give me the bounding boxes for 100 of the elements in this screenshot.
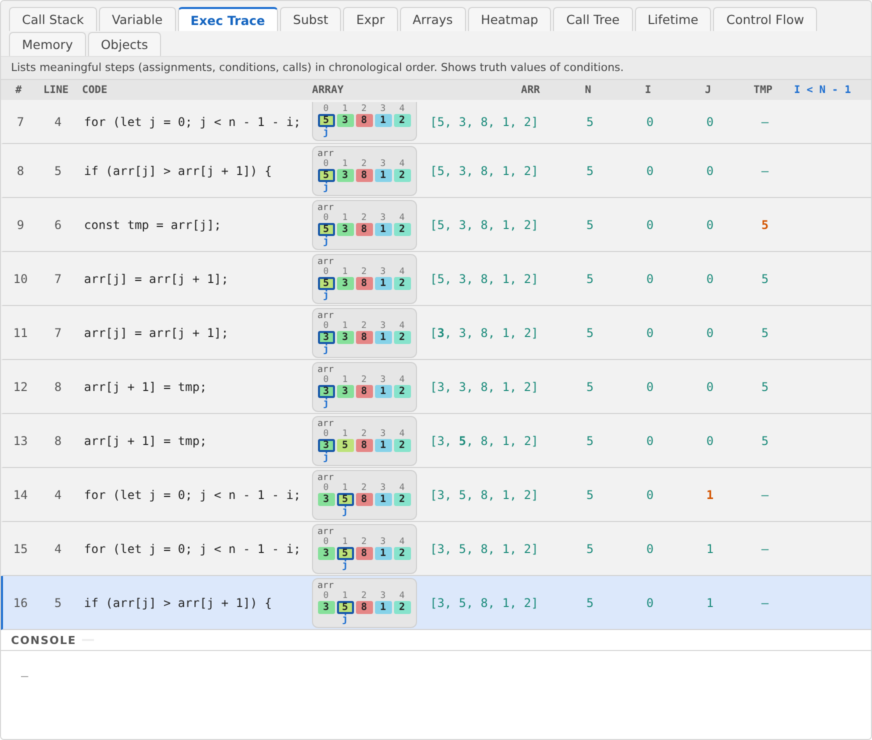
pointer-label: j [342, 560, 348, 570]
value-cell-text: 5 [760, 272, 770, 286]
column-header: # [14, 84, 23, 96]
array-index: 2 [361, 266, 367, 276]
step-number: 8 [16, 164, 26, 178]
array-index: 3 [380, 104, 386, 114]
array-cell: 2 [394, 114, 410, 127]
array-value: [5, 3, 8, 1, 2] [429, 218, 540, 232]
step-number: 12 [12, 380, 29, 394]
code-cell-text: arr[j] = arr[j + 1]; [83, 272, 230, 286]
table-row[interactable]: 10 7 arr[j] = arr[j + 1]; arr 0 5 j 1 3 2 8 3 1 4 2 [5, 3, 8, 1, 2] 5 0 0 5 [1, 252, 871, 306]
array-index: 3 [380, 590, 386, 600]
array-cell: 3 [336, 114, 354, 127]
pointer-label: j [322, 452, 330, 462]
table-row[interactable]: 13 8 arr[j + 1] = tmp; arr 0 3 j 1 5 2 8 3 1 4 2 [3, 5, 8, 1, 2] 5 0 0 5 [1, 414, 871, 468]
pointer-label: j [322, 127, 330, 138]
array-index: 3 [380, 320, 386, 330]
array-label: arr [318, 526, 335, 536]
array-cell: 3 [318, 600, 334, 614]
array-index: 0 [323, 428, 329, 438]
array-cell: 8 [356, 384, 372, 398]
code-cell-text: const tmp = arr[j]; [83, 218, 222, 232]
array-cell: 8 [356, 114, 372, 127]
array-index: 1 [342, 536, 348, 546]
array-index: 3 [380, 374, 386, 384]
array-cell: 5 [336, 438, 354, 452]
table-row[interactable]: 11 7 arr[j] = arr[j + 1]; arr 0 3 j 1 3 2 8 3 1 4 2 [3, 3, 8, 1, 2] 5 0 0 5 [1, 306, 871, 360]
table-row[interactable]: 12 8 arr[j + 1] = tmp; arr 0 3 j 1 3 2 8 3 1 4 2 [3, 3, 8, 1, 2] 5 0 0 5 [1, 360, 871, 414]
array-cell: 1 [374, 384, 392, 398]
array-index: 0 [323, 590, 329, 600]
table-row[interactable]: 7 4 for (let j = 0; j < n - 1 - i; 0 5 j 1 3 2 8 3 1 4 2 [5, 3, 8, 1, 2] 5 0 0 — [1, 100, 871, 144]
array-index: 1 [342, 104, 348, 114]
code-cell-text: arr[j] = arr[j + 1]; [83, 326, 230, 340]
value-cell-text: 0 [645, 596, 655, 610]
array-value: [3, 5, 8, 1, 2] [429, 542, 540, 556]
array-index: 0 [323, 320, 329, 330]
tab[interactable]: Subst [280, 7, 342, 31]
tab[interactable]: Expr [343, 7, 398, 31]
pointer-label: j [342, 614, 348, 624]
array-cell: 3 [336, 168, 354, 182]
value-cell-text: 0 [645, 488, 655, 502]
code-cell-text: arr[j + 1] = tmp; [83, 380, 208, 394]
table-row[interactable]: 15 4 for (let j = 0; j < n - 1 - i; arr 0 3 1 5 j 2 8 3 1 4 2 [3, 5, 8, 1, 2] 5 0 1 — [1, 522, 871, 576]
table-row[interactable]: 9 6 const tmp = arr[j]; arr 0 5 j 1 3 2 8 3 1 4 2 [5, 3, 8, 1, 2] 5 0 0 5 [1, 198, 871, 252]
array-index: 0 [323, 104, 329, 114]
array-label: arr [318, 418, 335, 428]
array-index: 0 [323, 212, 329, 222]
array-label: arr [318, 472, 335, 482]
array-index: 2 [361, 104, 367, 114]
value-cell-text: 5 [760, 218, 770, 232]
tab[interactable]: Variable [98, 7, 176, 31]
code-cell-text: if (arr[j] > arr[j + 1]) { [83, 596, 273, 610]
array-cell: 2 [394, 276, 410, 290]
line-number: 5 [53, 596, 63, 610]
array-index: 2 [361, 320, 367, 330]
array-index: 2 [361, 158, 367, 168]
array-index: 2 [361, 428, 367, 438]
table-row[interactable]: 14 4 for (let j = 0; j < n - 1 - i; arr 0 3 1 5 j 2 8 3 1 4 2 [3, 5, 8, 1, 2] 5 0 1 — [1, 468, 871, 522]
value-cell-text: — [760, 114, 770, 128]
table-row[interactable]: 16 5 if (arr[j] > arr[j + 1]) { arr 0 3 1 5 j 2 8 3 1 4 2 [3, 5, 8, 1, 2] 5 0 1 — [1, 576, 871, 630]
array-value: [3, 5, 8, 1, 2] [429, 596, 540, 610]
array-index: 2 [361, 590, 367, 600]
array-index: 0 [323, 158, 329, 168]
tab[interactable]: Heatmap [468, 7, 552, 31]
tab[interactable]: Objects [88, 32, 162, 56]
array-cell: 2 [394, 546, 410, 560]
console-title: CONSOLE [11, 634, 76, 646]
tab[interactable]: Call Tree [553, 7, 633, 31]
array-index: 3 [380, 428, 386, 438]
tab[interactable]: Call Stack [9, 7, 97, 31]
tab[interactable]: Arrays [400, 7, 466, 31]
array-index: 4 [399, 590, 405, 600]
array-cell: 2 [394, 168, 410, 182]
array-cell: 8 [356, 438, 372, 452]
array-cell: 8 [356, 492, 372, 506]
column-header: ARR [520, 84, 541, 96]
array-index: 0 [323, 536, 329, 546]
array-cell: 2 [394, 384, 410, 398]
pointer-label: j [322, 398, 330, 408]
step-number: 15 [12, 542, 29, 556]
array-index: 4 [399, 374, 405, 384]
tab[interactable]: Memory [9, 32, 86, 56]
array-cell: 8 [356, 168, 372, 182]
tab[interactable]: Lifetime [634, 7, 712, 31]
pointer-label: j [322, 182, 330, 192]
table-row[interactable]: 8 5 if (arr[j] > arr[j + 1]) { arr 0 5 j 1 3 2 8 3 1 4 2 [5, 3, 8, 1, 2] 5 0 0 — [1, 144, 871, 198]
tab[interactable]: Control Flow [713, 7, 818, 31]
pointer-label: j [322, 344, 330, 354]
value-cell-text: 0 [705, 272, 715, 286]
column-header: N [584, 84, 592, 96]
value-cell-text: 1 [705, 542, 715, 556]
tab[interactable]: Exec Trace [178, 7, 278, 31]
array-cell: 3 [336, 276, 354, 290]
array-index: 2 [361, 212, 367, 222]
value-cell-text: 0 [705, 326, 715, 340]
line-number: 8 [53, 434, 63, 448]
array-cell: 8 [356, 222, 372, 236]
value-cell-text: 1 [705, 596, 715, 610]
step-number: 14 [12, 488, 29, 502]
value-cell-text: 0 [705, 380, 715, 394]
